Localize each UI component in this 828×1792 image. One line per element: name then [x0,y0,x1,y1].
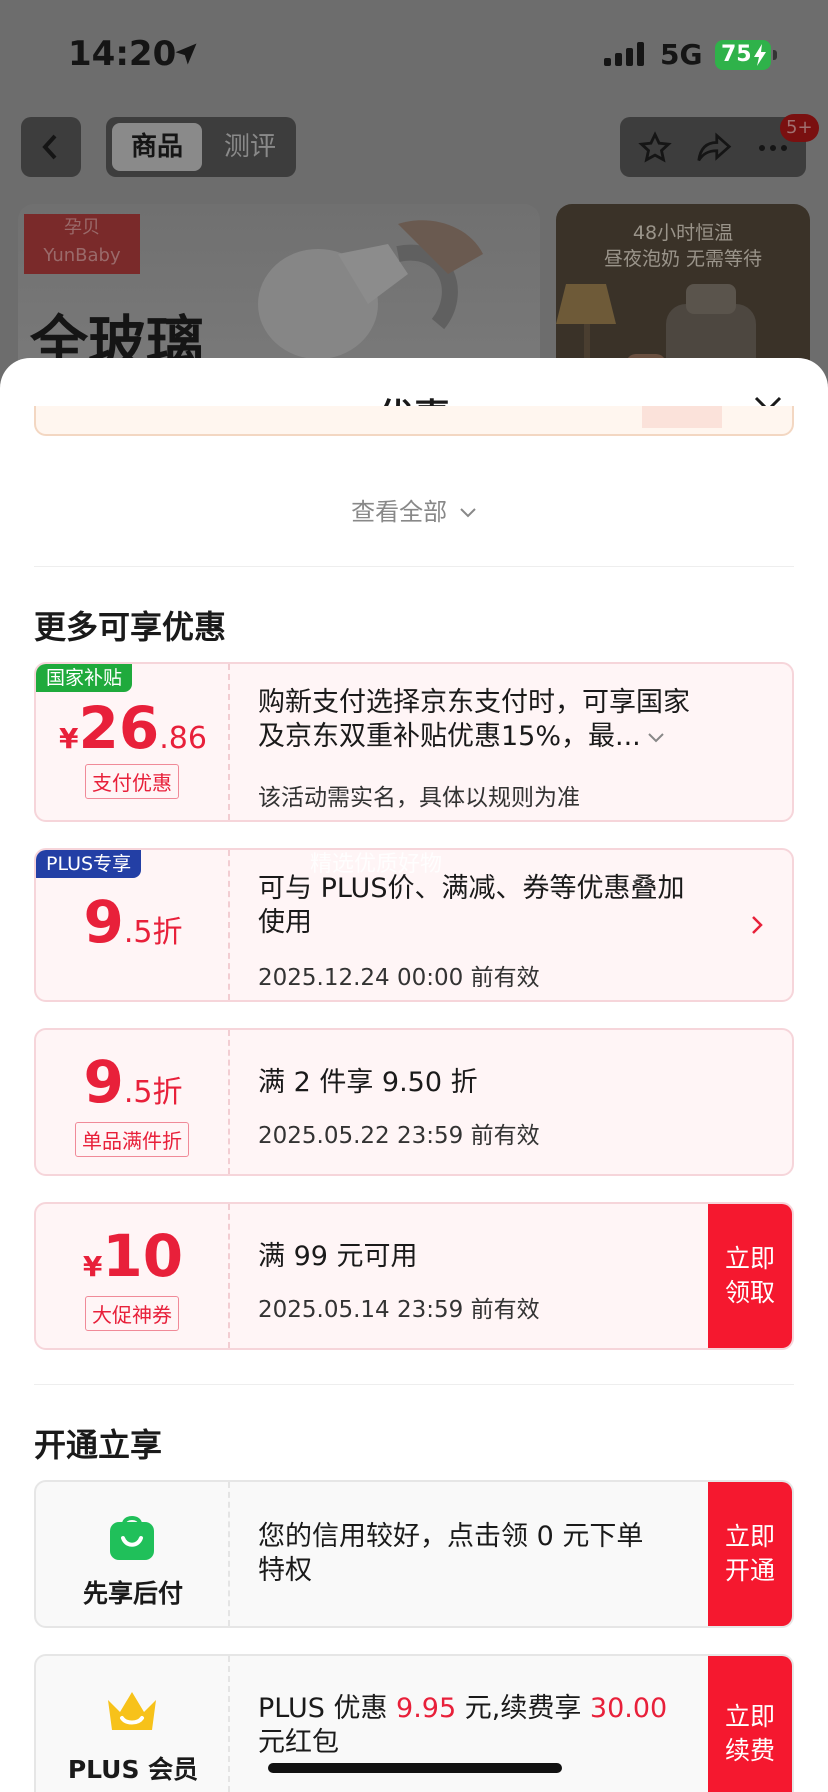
section-title-open: 开通立享 [34,1426,163,1464]
view-all-link[interactable]: 查看全部 [0,492,828,527]
offer-discount: 9.5折 [83,1048,183,1116]
message-badge: 5+ [780,114,819,142]
status-bar: 14:20 5G 75 [0,0,828,100]
brand-logo: 孕贝 YunBaby [24,214,140,274]
offer-type-label: 支付优惠 [85,764,179,799]
divider [34,1384,794,1385]
offer-card[interactable]: ¥26.86 支付优惠 国家补贴 购新支付选择京东支付时，可享国家 及京东双重补… [34,662,794,822]
offer-amount: ¥26.86 [59,694,207,762]
offer-validity: 2025.05.22 23:59 前有效 [258,1123,540,1149]
tab-product[interactable]: 商品 [112,123,202,171]
location-arrow-icon [175,43,197,65]
crown-icon [108,1692,156,1730]
offer-type-label: 大促神券 [85,1296,179,1331]
side-banner-line1: 48小时恒温 [632,222,734,244]
offer-validity: 2025.12.24 00:00 前有效 [258,965,540,991]
offer-description: 购新支付选择京东支付时，可享国家 及京东双重补贴优惠15%，最... [258,687,690,752]
section-title-more: 更多可享优惠 [34,608,227,646]
expand-chevron-icon[interactable] [647,732,665,744]
battery-icon: 75 [715,40,771,70]
chevron-right-icon[interactable] [750,914,764,936]
coupon-condition: 满 99 元可用 [258,1241,418,1272]
offer-description: 可与 PLUS价、满减、券等优惠叠加 使用 [258,873,685,938]
share-icon[interactable] [696,131,732,165]
star-icon[interactable] [638,131,672,165]
home-indicator[interactable] [268,1763,562,1773]
service-card[interactable]: 先享后付 您的信用较好，点击领 0 元下单 特权 立即开通 [34,1480,794,1628]
offer-condition: 该活动需实名，具体以规则为准 [258,785,580,811]
offer-type-label: 单品满件折 [75,1122,189,1157]
coupon-validity: 2025.05.14 23:59 前有效 [258,1297,540,1323]
network-type: 5G [660,38,703,71]
shopping-bag-icon [110,1516,154,1560]
coupon-card[interactable]: ¥10 大促神券 满 99 元可用 2025.05.14 23:59 前有效 立… [34,1202,794,1350]
header-actions [620,117,806,177]
coupon-amount: ¥10 [82,1222,184,1290]
offers-sheet: 优惠 查看全部 更多可享优惠 ¥26.86 支付优惠 国家补贴 购新支付选择京东… [0,358,828,1792]
battery-level: 75 [721,42,752,67]
tab-review[interactable]: 测评 [210,123,290,171]
plus-exclusive-tag: PLUS专享 [36,850,142,878]
cellular-signal-icon [604,42,644,66]
offer-value-area: ¥10 大促神券 [36,1204,230,1348]
divider [34,566,794,567]
offer-decoration [642,406,722,428]
offer-discount: 9.5折 [83,888,183,956]
background-page: 14:20 5G 75 商品 测评 5+ 孕贝 YunBaby 全玻璃 48小时… [0,0,828,400]
previous-offer-card [34,406,794,436]
status-time: 14:20 [68,34,177,74]
watermark: 精选优质好物 [310,852,443,877]
offer-description: 满 2 件享 9.50 折 [258,1067,478,1098]
chevron-down-icon [460,508,476,518]
offer-card[interactable]: 9.5折 单品满件折 满 2 件享 9.50 折 2025.05.22 23:5… [34,1028,794,1176]
subsidy-tag: 国家补贴 [36,664,133,692]
service-name: 先享后付 [82,1579,183,1608]
service-icon-area: 先享后付 [36,1482,230,1626]
activate-button[interactable]: 立即开通 [708,1482,792,1626]
renew-button[interactable]: 立即续费 [708,1656,792,1792]
service-name: PLUS 会员 [67,1755,199,1784]
page-tab-switcher: 商品 测评 [106,117,296,177]
battery-tip [773,50,777,60]
service-description: 您的信用较好，点击领 0 元下单 特权 [258,1521,644,1586]
view-all-label: 查看全部 [351,498,448,526]
charging-bolt-icon [754,44,766,66]
service-description: PLUS 优惠 9.95 元,续费享 30.00 元红包 [258,1693,668,1758]
claim-coupon-button[interactable]: 立即领取 [708,1204,792,1348]
back-button[interactable] [21,117,81,177]
chevron-left-icon [42,134,57,160]
offer-value-area: 9.5折 单品满件折 [36,1030,230,1174]
service-icon-area: PLUS 会员 [36,1656,230,1792]
